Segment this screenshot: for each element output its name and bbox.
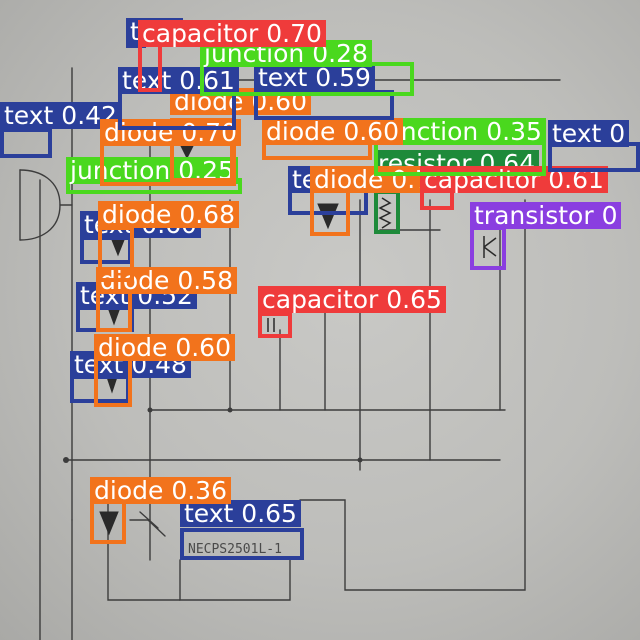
label-class: diode bbox=[94, 476, 164, 505]
label-capacitor: capacitor 0.70 bbox=[138, 20, 326, 47]
label-text: text 0 bbox=[548, 119, 630, 148]
label-score: 0.35 bbox=[486, 117, 542, 146]
label-score: 0.60 bbox=[175, 333, 231, 362]
label-class: diode bbox=[98, 333, 168, 362]
label-score: 0 bbox=[609, 119, 626, 148]
label-score: 0.58 bbox=[177, 266, 233, 295]
label-score: 0.65 bbox=[241, 499, 297, 528]
bbox-diode bbox=[96, 290, 132, 332]
label-class: text bbox=[552, 119, 602, 148]
bbox-text bbox=[118, 90, 236, 130]
bbox-diode bbox=[98, 226, 134, 282]
label-class: transistor bbox=[474, 201, 594, 230]
label-transistor: transistor 0 bbox=[470, 201, 622, 230]
label-class: text bbox=[4, 101, 54, 130]
label-score: 0.65 bbox=[386, 285, 442, 314]
bbox-transistor bbox=[470, 226, 506, 270]
label-class: diode bbox=[314, 165, 384, 194]
label-diode: diode 0.60 bbox=[262, 118, 403, 145]
bbox-capacitor bbox=[258, 312, 292, 338]
label-score: 0.36 bbox=[171, 476, 227, 505]
label-score: 0.68 bbox=[179, 200, 235, 229]
label-score: 0.70 bbox=[266, 19, 322, 48]
bbox-resistor bbox=[374, 190, 400, 234]
label-diode: diode 0.60 bbox=[94, 334, 235, 361]
label-class: diode bbox=[102, 200, 172, 229]
label-diode: diode 0.68 bbox=[98, 201, 239, 228]
label-capacitor: capacitor 0.65 bbox=[258, 286, 446, 313]
bbox-diode bbox=[90, 500, 126, 544]
label-diode: diode 0.36 bbox=[90, 477, 231, 504]
bbox-diode bbox=[94, 355, 132, 407]
bbox-text bbox=[0, 128, 52, 158]
bbox-text bbox=[180, 528, 304, 560]
label-class: diode bbox=[266, 117, 336, 146]
label-class: capacitor bbox=[142, 19, 259, 48]
label-class: capacitor bbox=[262, 285, 379, 314]
label-score: 0.60 bbox=[343, 117, 399, 146]
label-score: 0 bbox=[601, 201, 618, 230]
detection-canvas: NECPS2501L-1 text 0.65 diode 0.36 text 0.4… bbox=[0, 0, 640, 640]
